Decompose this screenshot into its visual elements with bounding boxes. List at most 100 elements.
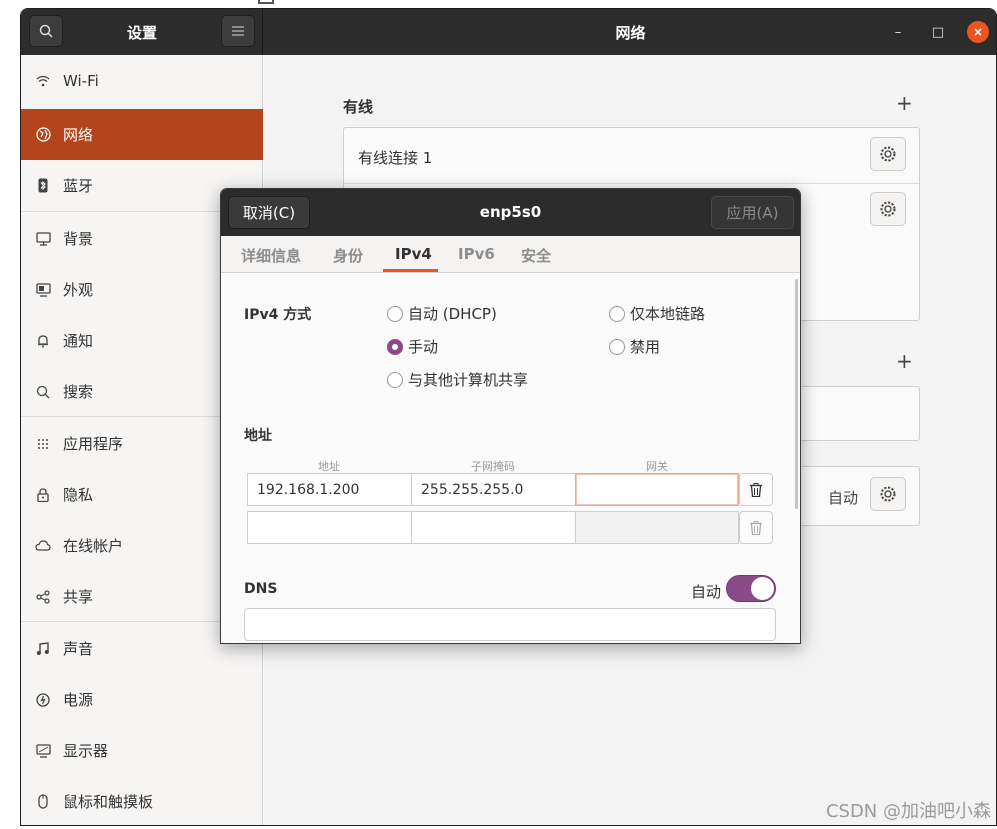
sidebar-item-wifi[interactable]: Wi-Fi — [21, 55, 263, 106]
search-icon — [35, 384, 51, 400]
gear-icon — [880, 486, 896, 502]
close-button[interactable]: × — [967, 21, 989, 43]
sidebar-item-label: 应用程序 — [63, 435, 124, 453]
top-edge-glyph — [258, 0, 274, 4]
sidebar-item-label: 隐私 — [63, 486, 94, 504]
sidebar-item-label: 背景 — [63, 230, 94, 248]
ipv4-method-label: IPv4 方式 — [244, 307, 312, 323]
tab-ipv6[interactable]: IPv6 — [458, 245, 495, 263]
hamburger-icon — [232, 26, 244, 36]
radio-circle — [387, 371, 403, 388]
radio-shared[interactable]: 与其他计算机共享 — [387, 369, 528, 390]
add-vpn-button[interactable]: + — [896, 349, 913, 373]
delete-address-button[interactable] — [739, 473, 773, 506]
apps-grid-icon — [35, 436, 51, 452]
sidebar-item-label: 声音 — [63, 640, 94, 658]
dialog-header: 取消(C) enp5s0 应用(A) — [221, 189, 800, 236]
sidebar-item-label: 在线帐户 — [63, 537, 124, 555]
proxy-settings-button[interactable] — [870, 477, 906, 511]
bell-icon — [35, 333, 51, 349]
bluetooth-icon — [35, 178, 51, 194]
tab-identity[interactable]: 身份 — [333, 245, 363, 266]
tab-security[interactable]: 安全 — [521, 245, 551, 266]
apply-button[interactable]: 应用(A) — [711, 196, 794, 229]
monitor-icon — [35, 231, 51, 247]
dialog-tabs: 详细信息 身份 IPv4 IPv6 安全 — [221, 236, 800, 273]
trash-icon — [750, 482, 762, 497]
gateway-column-header: 网关 — [646, 460, 668, 473]
address-input-empty[interactable] — [247, 511, 412, 544]
sidebar-item-label: Wi-Fi — [63, 71, 99, 90]
dns-auto-toggle[interactable] — [726, 575, 776, 602]
radio-label: 禁用 — [630, 338, 661, 356]
active-tab-indicator — [383, 269, 438, 272]
sidebar-item-label: 电源 — [63, 691, 94, 709]
radio-label: 仅本地链路 — [630, 305, 706, 323]
sidebar-item-mouse-touchpad[interactable]: 鼠标和触摸板 — [21, 776, 263, 825]
mouse-icon — [35, 794, 51, 810]
netmask-input-empty[interactable] — [411, 511, 576, 544]
header-bar: 设置 网络 – □ × — [21, 9, 996, 55]
card-divider — [344, 183, 919, 184]
netmask-input[interactable]: 255.255.255.0 — [411, 473, 576, 506]
tab-ipv4[interactable]: IPv4 — [395, 245, 432, 263]
gear-icon — [880, 201, 896, 217]
sidebar-item-displays[interactable]: 显示器 — [21, 725, 263, 776]
address-column-header: 地址 — [318, 460, 340, 473]
address-section-title: 地址 — [244, 428, 272, 444]
share-icon — [35, 589, 51, 605]
radio-label: 与其他计算机共享 — [408, 371, 529, 389]
sidebar-item-label: 共享 — [63, 588, 94, 606]
sidebar-item-label: 网络 — [63, 126, 94, 144]
sidebar-item-label: 蓝牙 — [63, 177, 94, 195]
radio-circle — [609, 338, 625, 355]
dns-auto-label: 自动 — [691, 583, 722, 601]
dns-input[interactable] — [244, 608, 776, 641]
address-input[interactable]: 192.168.1.200 — [247, 473, 412, 506]
sidebar-item-label: 显示器 — [63, 742, 109, 760]
netmask-column-header: 子网掩码 — [471, 460, 515, 473]
radio-manual[interactable]: 手动 — [387, 336, 438, 357]
sidebar-item-label: 鼠标和触摸板 — [63, 793, 154, 811]
dns-label: DNS — [244, 581, 278, 597]
radio-circle — [609, 305, 625, 322]
radio-circle — [387, 305, 403, 322]
sidebar-item-label: 外观 — [63, 281, 94, 299]
wired-section-title: 有线 — [343, 98, 374, 116]
watermark: CSDN @加油吧小森 — [825, 801, 991, 822]
display-icon — [35, 743, 51, 759]
scrollbar[interactable] — [795, 279, 798, 509]
add-wired-button[interactable]: + — [896, 91, 913, 115]
wifi-icon — [35, 73, 51, 89]
gateway-input[interactable] — [575, 473, 739, 506]
wired-connection-label: 有线连接 1 — [358, 149, 433, 167]
gear-icon — [880, 146, 896, 162]
tab-details[interactable]: 详细信息 — [241, 245, 301, 266]
globe-icon — [35, 127, 51, 143]
maximize-button[interactable]: □ — [927, 21, 949, 43]
sidebar-item-power[interactable]: 电源 — [21, 674, 263, 725]
proxy-status: 自动 — [828, 489, 859, 507]
appearance-icon — [35, 282, 51, 298]
wired-settings-button-2[interactable] — [870, 192, 906, 226]
trash-icon — [750, 520, 762, 535]
toggle-knob — [751, 577, 774, 600]
gateway-input-empty[interactable] — [575, 511, 739, 544]
sidebar-item-label: 搜索 — [63, 383, 94, 401]
radio-dhcp[interactable]: 自动 (DHCP) — [387, 303, 497, 324]
sidebar-item-network[interactable]: 网络 — [21, 109, 263, 160]
sidebar-item-label: 通知 — [63, 332, 94, 350]
connection-dialog: 取消(C) enp5s0 应用(A) 详细信息 身份 IPv4 IPv6 安全 … — [220, 188, 801, 644]
power-icon — [35, 692, 51, 708]
ipv4-panel: IPv4 方式 自动 (DHCP) 仅本地链路 手动 禁用 与其他计算机共享 地… — [221, 273, 800, 643]
radio-label: 手动 — [408, 338, 439, 356]
radio-disabled[interactable]: 禁用 — [609, 336, 660, 357]
menu-button[interactable] — [221, 15, 255, 47]
music-note-icon — [35, 641, 51, 657]
wired-settings-button[interactable] — [870, 137, 906, 171]
sidebar-header: 设置 — [21, 9, 263, 55]
delete-address-button-disabled[interactable] — [739, 511, 773, 544]
cloud-icon — [35, 538, 51, 554]
minimize-button[interactable]: – — [887, 21, 909, 43]
radio-link-local[interactable]: 仅本地链路 — [609, 303, 705, 324]
